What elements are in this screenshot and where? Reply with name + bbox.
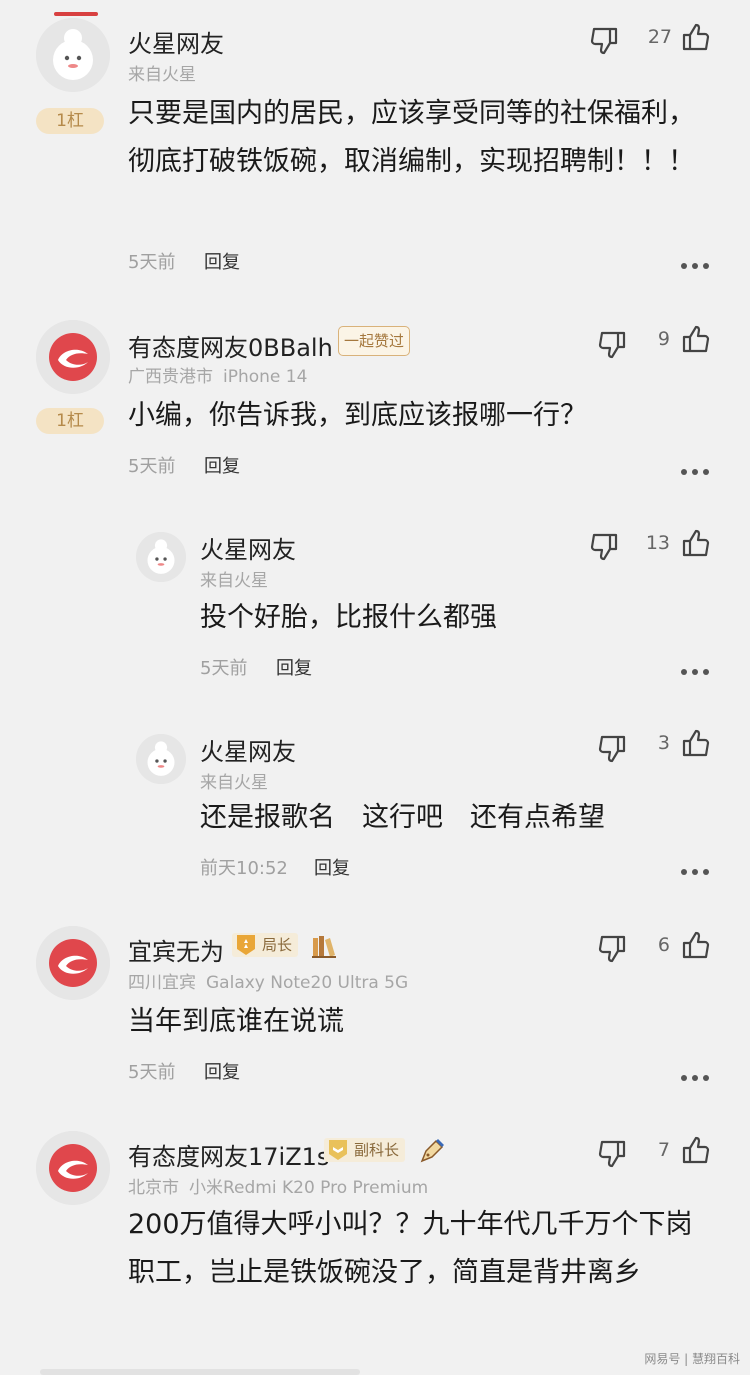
ghost-avatar-icon [136,734,186,784]
dislike-icon[interactable] [588,24,622,58]
location-text: 四川宜宾 [128,973,196,993]
location-text: 北京市 [128,1178,179,1198]
comment-text: 小编，你告诉我，到底应该报哪一行？ [128,400,587,431]
comment-time: 前天10:52 [200,858,288,879]
nested-reply-item: 火星网友 来自火星 3 还是报歌名 这行吧 还有点希望 前天10:52 回复 [0,710,750,910]
user-location: 广西贵港市 iPhone 14 [128,362,307,387]
like-count: 7 [657,1139,670,1161]
dislike-icon[interactable] [588,530,622,564]
dislike-icon[interactable] [596,328,630,362]
reply-button[interactable]: 回复 [204,452,240,478]
rank-badge: 1杠 [36,108,104,134]
comment-time: 5天前 [128,456,176,477]
username[interactable]: 火星网友 [200,530,296,565]
comment-item: 1杠 火星网友 来自火星 27 只要是国内的居民，应该享受同等的社保福利，彻底打… [0,0,750,300]
user-avatar[interactable] [136,532,186,582]
shield-icon [237,935,255,955]
user-avatar[interactable] [36,18,110,92]
comment-text: 只要是国内的居民，应该享受同等的社保福利，彻底打破铁饭碗，取消编制，实现招聘制！… [128,98,695,177]
user-location: 北京市 小米Redmi K20 Pro Premium [128,1173,428,1198]
comment-time: 5天前 [128,252,176,273]
reply-button[interactable]: 回复 [276,654,312,680]
device-text: Galaxy Note20 Ultra 5G [206,973,409,993]
ghost-avatar-icon [136,532,186,582]
comment-text: 200万值得大呼小叫？？九十年代几千万个下岗职工，岂止是铁饭碗没了，简直是背井离… [128,1209,693,1288]
dislike-icon[interactable] [596,932,630,966]
reply-button[interactable]: 回复 [314,854,350,880]
reply-button[interactable]: 回复 [204,248,240,274]
dislike-icon[interactable] [596,732,630,766]
comment-item: 1杠 有态度网友0BBalh 一起赞过 广西贵港市 iPhone 14 9 小编，… [0,300,750,500]
netease-logo-icon [36,320,110,394]
like-icon[interactable] [678,1133,712,1167]
like-icon[interactable] [678,20,712,54]
watermark: 网易号 | 慧翔百科 [644,1352,740,1366]
like-icon[interactable] [678,526,712,560]
user-avatar[interactable] [36,926,110,1000]
location-text: 来自火星 [200,571,268,591]
location-text: 广西贵港市 [128,367,213,387]
rank-title-text: 副科长 [354,1141,400,1159]
more-icon[interactable] [680,868,710,876]
hat-decoration [54,12,98,16]
like-count: 9 [657,328,670,350]
comment-time: 5天前 [128,1062,176,1083]
like-count: 3 [657,732,670,754]
dislike-icon[interactable] [596,1137,630,1171]
username[interactable]: 有态度网友0BBalh [128,328,333,363]
user-location: 来自火星 [200,768,268,793]
comment-item: 宜宾无为 局长 四川宜宾 Galaxy Note20 Ultra 5G 6 当年到… [0,910,750,1110]
rank-badge: 1杠 [36,408,104,434]
user-location: 四川宜宾 Galaxy Note20 Ultra 5G [128,968,408,993]
comment-text: 投个好胎，比报什么都强 [200,602,497,633]
co-like-badge: 一起赞过 [338,326,411,356]
scroll-hint [40,1369,360,1375]
username[interactable]: 火星网友 [200,732,296,767]
username[interactable]: 宜宾无为 [128,932,224,967]
more-icon[interactable] [680,668,710,676]
rank-title-badge: 副科长 [324,1138,406,1162]
comment-text: 还是报歌名 这行吧 还有点希望 [200,802,605,833]
like-count: 27 [647,26,672,48]
user-location: 来自火星 [128,60,196,85]
location-text: 来自火星 [200,773,268,793]
ghost-avatar-icon [36,18,110,92]
like-count: 13 [645,532,670,554]
location-text: 来自火星 [128,65,196,85]
user-avatar[interactable] [36,1131,110,1205]
device-text: 小米Redmi K20 Pro Premium [189,1178,429,1198]
comment-time: 5天前 [200,658,248,679]
pen-icon [420,1139,444,1163]
netease-logo-icon [36,1131,110,1205]
rank-title-badge: 局长 [232,933,299,957]
like-icon[interactable] [678,726,712,760]
netease-logo-icon [36,926,110,1000]
like-icon[interactable] [678,322,712,356]
comment-item: 有态度网友17iZ1s 副科长 北京市 小米Redmi K20 Pro Premi… [0,1115,750,1375]
more-icon[interactable] [680,468,710,476]
user-location: 来自火星 [200,566,268,591]
user-avatar[interactable] [36,320,110,394]
like-count: 6 [657,934,670,956]
shield-icon [329,1140,347,1160]
comment-text: 当年到底谁在说谎 [128,1006,344,1037]
books-icon [312,936,336,958]
nested-reply-item: 火星网友 来自火星 13 投个好胎，比报什么都强 5天前 回复 [0,510,750,710]
rank-title-text: 局长 [262,936,293,954]
reply-button[interactable]: 回复 [204,1058,240,1084]
like-icon[interactable] [678,928,712,962]
username[interactable]: 有态度网友17iZ1s [128,1137,329,1172]
device-text: iPhone 14 [223,367,308,387]
user-avatar[interactable] [136,734,186,784]
username[interactable]: 火星网友 [128,24,224,59]
more-icon[interactable] [680,1074,710,1082]
more-icon[interactable] [680,262,710,270]
